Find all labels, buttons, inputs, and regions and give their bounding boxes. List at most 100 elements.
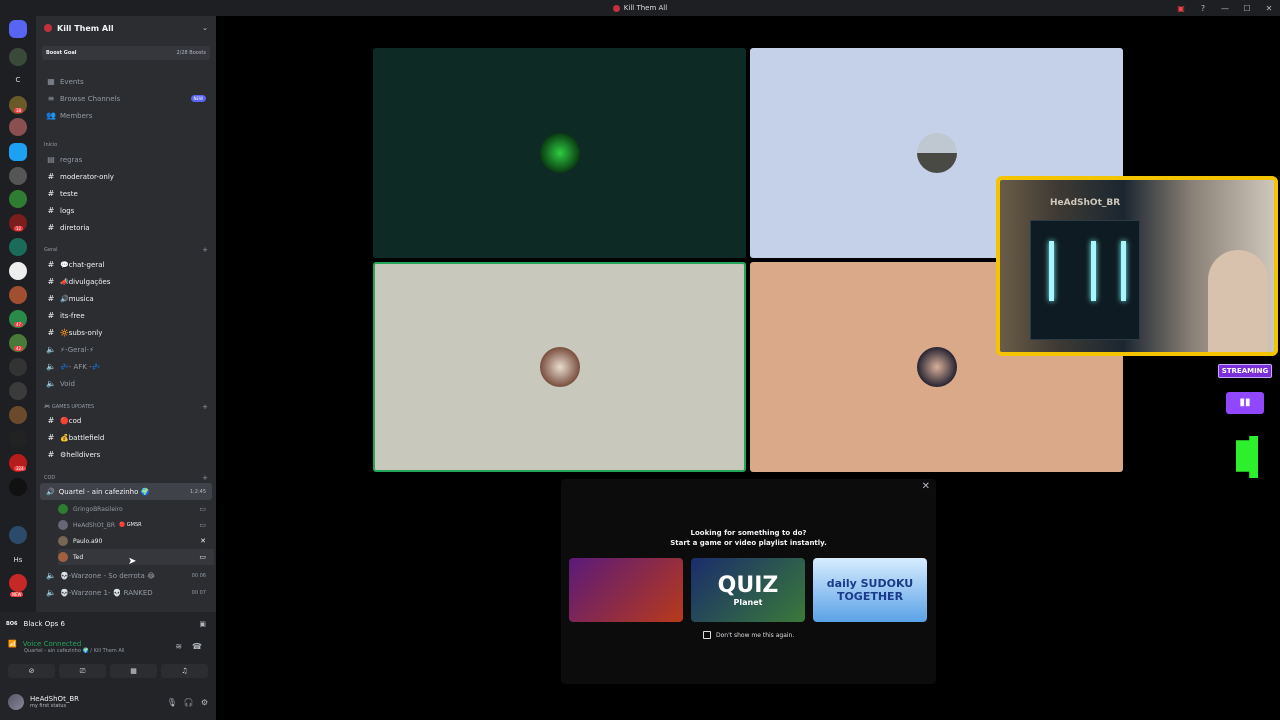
channel-label: 🔴cod (60, 416, 82, 425)
server-icon[interactable] (9, 190, 27, 208)
checkbox[interactable] (703, 631, 711, 639)
speaker-icon: 🔈 (46, 362, 56, 371)
members-item[interactable]: 👥 Members (36, 107, 216, 124)
channel-cod[interactable]: # 🔴cod (36, 412, 216, 429)
server-icon[interactable] (9, 262, 27, 280)
boost-label: Boost Goal (46, 50, 77, 56)
discord-home-icon[interactable] (9, 20, 27, 38)
microphone-icon[interactable]: 🎙 (167, 698, 177, 707)
user-limit: 00 07 (191, 589, 206, 596)
participant-tile[interactable] (373, 48, 746, 258)
channel-chat-geral[interactable]: # 💬chat-geral (36, 256, 216, 273)
game-card-1[interactable] (569, 558, 683, 622)
close-icon[interactable]: ✕ (1258, 4, 1280, 13)
speaker-icon: 🔈 (46, 588, 56, 597)
voice-buttons: ⊘ ⎚ ▦ ♫ (8, 664, 208, 678)
boost-goal[interactable]: Boost Goal 2/28 Boosts (42, 46, 210, 60)
dont-show-checkbox[interactable]: Don't show me this again. (703, 631, 794, 639)
channel-its-free[interactable]: # its-free (36, 307, 216, 324)
plus-icon[interactable]: + (202, 474, 208, 482)
category-geral[interactable]: Geral + (44, 246, 214, 254)
activity-status[interactable]: BO6 Black Ops 6 ▣ (6, 616, 206, 632)
server-header[interactable]: Kill Them All ⌄ (36, 16, 216, 40)
server-icon[interactable] (9, 382, 27, 400)
camera-off-button[interactable]: ⊘ (8, 664, 55, 678)
game-card-sudoku[interactable]: daily SUDOKU TOGETHER (813, 558, 927, 622)
events-item[interactable]: ▦ Events (36, 73, 216, 90)
voice-warzone-ranked[interactable]: 🔈 💀-Warzone 1- 💀 RANKED 00 07 (36, 584, 216, 601)
activities-button[interactable]: ▦ (110, 664, 157, 678)
channel-subs-only[interactable]: # 🔆subs-only (36, 324, 216, 341)
server-icon[interactable] (9, 358, 27, 376)
voice-member[interactable]: Paulo.a90 ✕ (58, 533, 214, 549)
gear-icon[interactable]: ⚙ (201, 698, 208, 707)
maximize-icon[interactable]: ☐ (1236, 4, 1258, 13)
boost-progress: 2/28 Boosts (176, 50, 206, 56)
speaker-icon: 🔈 (46, 345, 56, 354)
voice-geral[interactable]: 🔈 ⚡-Geral-⚡ (36, 341, 216, 358)
server-icon[interactable] (9, 574, 27, 592)
category-cod[interactable]: COD + (44, 474, 214, 482)
hash-icon: # (47, 294, 55, 303)
server-kill-them-all[interactable] (9, 48, 27, 66)
noise-suppression-icon[interactable]: ≋ (175, 642, 182, 651)
voice-void[interactable]: 🔈 Void (36, 375, 216, 392)
category-label: 🎮 GAMES UPDATES (44, 404, 95, 410)
webcam-sign: HeAdShOt_BR (1050, 198, 1121, 208)
server-icon[interactable] (9, 143, 27, 161)
soundboard-button[interactable]: ♫ (161, 664, 208, 678)
close-icon[interactable]: ✕ (922, 481, 930, 492)
channel-divulgacoes[interactable]: # 📣divulgações (36, 273, 216, 290)
category-games-updates[interactable]: 🎮 GAMES UPDATES + (44, 403, 214, 411)
voice-timer: 1:2:45 (189, 488, 206, 495)
channel-logs[interactable]: # logs (36, 202, 216, 219)
minimize-icon[interactable]: — (1214, 4, 1236, 13)
member-name: HeAdShOt_BR (73, 521, 115, 529)
channel-regras[interactable]: ▤ regras (36, 151, 216, 168)
channel-helldivers[interactable]: # ⚙helldivers (36, 446, 216, 463)
voice-warzone-derrota[interactable]: 🔈 💀-Warzone - So derrota 😂 00 06 (36, 567, 216, 584)
server-icon[interactable] (9, 526, 27, 544)
plus-icon[interactable]: + (202, 403, 208, 411)
server-hs-label[interactable]: Hs (9, 556, 27, 564)
channel-musica[interactable]: # 🔊musica (36, 290, 216, 307)
voice-afk[interactable]: 🔈 💤- AFK -💤 (36, 358, 216, 375)
server-icon[interactable] (9, 238, 27, 256)
category-label: COD (44, 475, 56, 481)
screen-share-button[interactable]: ⎚ (59, 664, 106, 678)
stream-icon: ▭ (199, 521, 206, 529)
server-icon[interactable] (9, 430, 27, 448)
twitch-icon: ▮▮ (1226, 392, 1264, 414)
voice-channel-quartel[interactable]: 🔊 Quartel - ain cafezinho 🌍 1:2:45 (40, 483, 212, 500)
server-icon[interactable] (9, 118, 27, 136)
channel-moderator-only[interactable]: # moderator-only (36, 168, 216, 185)
headphones-icon[interactable]: 🎧 (184, 698, 194, 707)
server-icon[interactable] (9, 478, 27, 496)
plus-icon[interactable]: + (202, 246, 208, 254)
channel-diretoria[interactable]: # diretoria (36, 219, 216, 236)
disconnect-icon[interactable]: ☎ (192, 642, 202, 651)
channel-teste[interactable]: # teste (36, 185, 216, 202)
server-icon[interactable] (9, 406, 27, 424)
help-icon[interactable]: ? (1192, 4, 1214, 13)
hash-icon: # (47, 206, 55, 215)
server-icon[interactable] (9, 167, 27, 185)
user-info[interactable]: HeAdShOt_BR my first status 🎙 🎧 ⚙ (8, 690, 208, 714)
streaming-badge: STREAMING (1218, 364, 1272, 378)
participant-tile[interactable] (373, 262, 746, 472)
game-icon[interactable]: ▣ (199, 620, 206, 628)
inbox-icon[interactable]: ▣ (1170, 4, 1192, 13)
avatar (58, 536, 68, 546)
speaker-icon: 🔊 (46, 487, 55, 496)
game-card-quiz-planet[interactable]: QUIZ Planet (691, 558, 805, 622)
server-icon[interactable] (9, 286, 27, 304)
hash-icon: # (47, 311, 55, 320)
category-inicio[interactable]: Início (44, 142, 214, 148)
voice-member[interactable]: GringoBRasileiro ▭ (58, 501, 214, 517)
pc-case (1030, 220, 1140, 340)
browse-channels-item[interactable]: ≡ Browse Channels NEW (36, 90, 216, 107)
dm-label[interactable]: C (9, 76, 27, 84)
channel-battlefield[interactable]: # 💰battlefield (36, 429, 216, 446)
voice-member[interactable]: HeAdShOt_BR 🔴 GMSR ▭ (58, 517, 214, 533)
custom-status: my first status (30, 703, 67, 709)
